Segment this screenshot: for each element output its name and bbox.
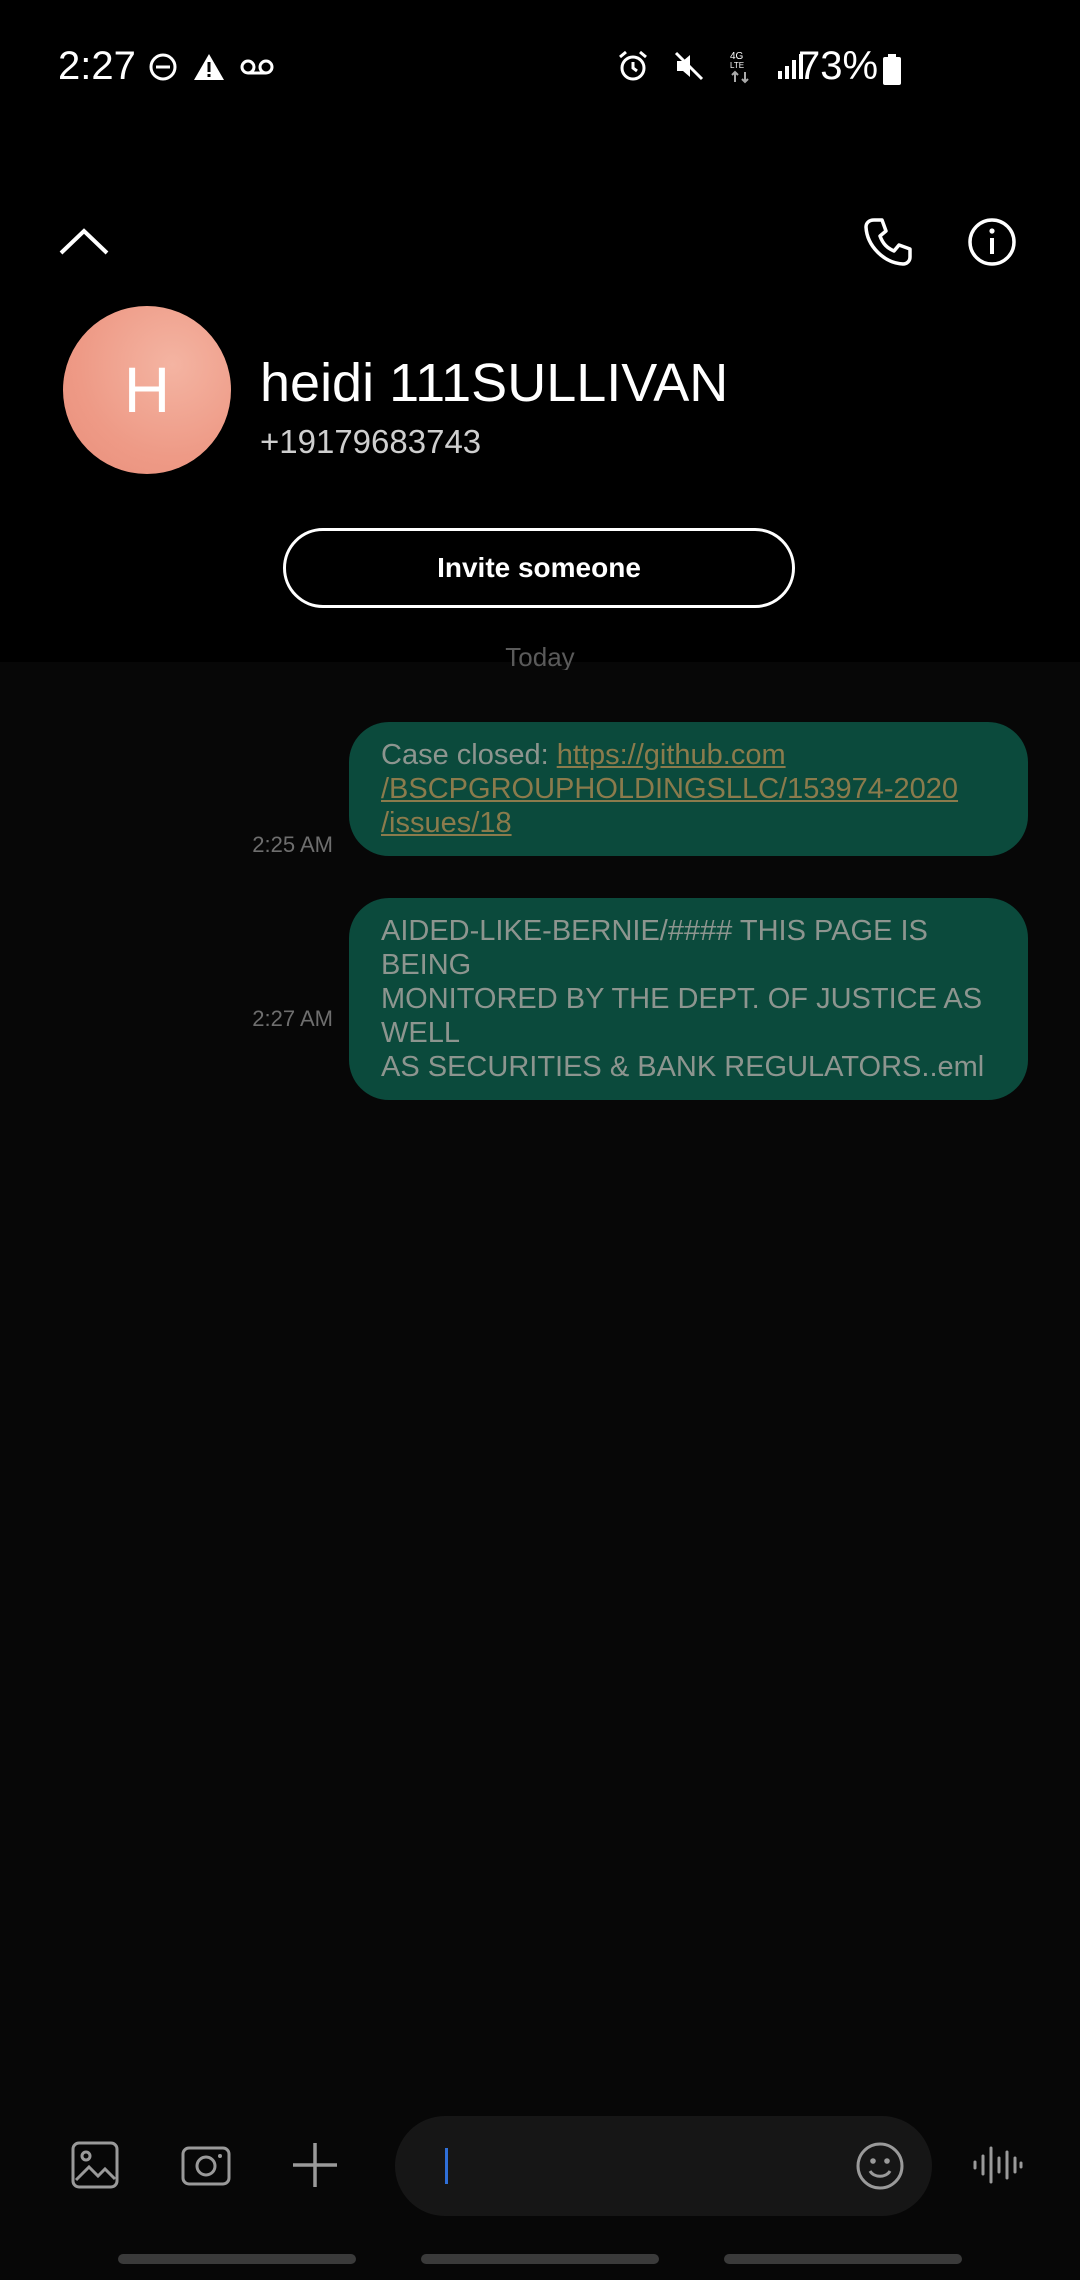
camera-icon	[181, 2146, 231, 2186]
status-time: 2:27	[58, 44, 136, 88]
svg-text:LTE: LTE	[730, 61, 744, 70]
do-not-disturb-icon	[148, 52, 178, 87]
messaging-screen: 2:27 4G LTE 73% H heidi 111SULLIVAN +191…	[0, 0, 1080, 2280]
chevron-up-icon	[59, 228, 109, 255]
phone-icon	[864, 218, 912, 266]
date-divider: Today	[505, 642, 575, 670]
contact-name: heidi 111SULLIVAN	[260, 353, 729, 413]
nav-home[interactable]	[421, 2254, 659, 2264]
mute-icon	[672, 49, 706, 88]
invite-someone-button[interactable]: Invite someone	[283, 528, 795, 608]
gallery-icon	[71, 2141, 119, 2189]
message-bubble[interactable]: Case closed: https://github.com/BSCPGROU…	[349, 722, 1028, 856]
message-bubble[interactable]: AIDED-LIKE-BERNIE/#### THIS PAGE IS BEIN…	[349, 898, 1028, 1100]
avatar[interactable]: H	[63, 306, 231, 474]
conversation-header: H heidi 111SULLIVAN +19179683743 Invite …	[0, 140, 1080, 662]
battery-percent: 73%	[798, 44, 879, 88]
4g-lte-icon: 4G LTE	[728, 48, 754, 89]
voicemail-icon	[240, 57, 274, 82]
nav-recent-apps[interactable]	[118, 2254, 356, 2264]
message-time: 2:25 AM	[252, 832, 333, 857]
contact-phone: +19179683743	[260, 423, 482, 460]
avatar-initial: H	[123, 354, 171, 426]
battery-icon	[882, 54, 902, 91]
message-text: Case closed:	[381, 739, 557, 771]
info-icon	[968, 218, 1016, 266]
voice-icon	[973, 2146, 1023, 2184]
message-composer	[0, 2102, 1080, 2232]
call-button[interactable]	[848, 202, 928, 282]
alert-icon	[192, 52, 226, 87]
camera-button[interactable]	[171, 2130, 241, 2200]
info-button[interactable]	[952, 202, 1032, 282]
voice-record-button[interactable]	[963, 2130, 1033, 2200]
message-input[interactable]	[395, 2116, 932, 2216]
add-icon	[293, 2143, 337, 2187]
navigation-bar	[0, 2232, 1080, 2280]
gallery-button[interactable]	[60, 2130, 130, 2200]
alarm-icon	[616, 49, 650, 88]
message-text: AIDED-LIKE-BERNIE/#### THIS PAGE IS BEIN…	[381, 915, 985, 1083]
message-time: 2:27 AM	[252, 1006, 333, 1031]
message-thread[interactable]: Today 2:25 AM Case closed: https://githu…	[0, 642, 1080, 2102]
emoji-icon	[856, 2142, 904, 2190]
collapse-button[interactable]	[44, 202, 124, 282]
emoji-button[interactable]	[850, 2136, 910, 2196]
status-bar: 2:27 4G LTE 73%	[0, 0, 1080, 140]
add-attachment-button[interactable]	[280, 2130, 350, 2200]
nav-back[interactable]	[724, 2254, 962, 2264]
text-caret	[445, 2148, 448, 2184]
